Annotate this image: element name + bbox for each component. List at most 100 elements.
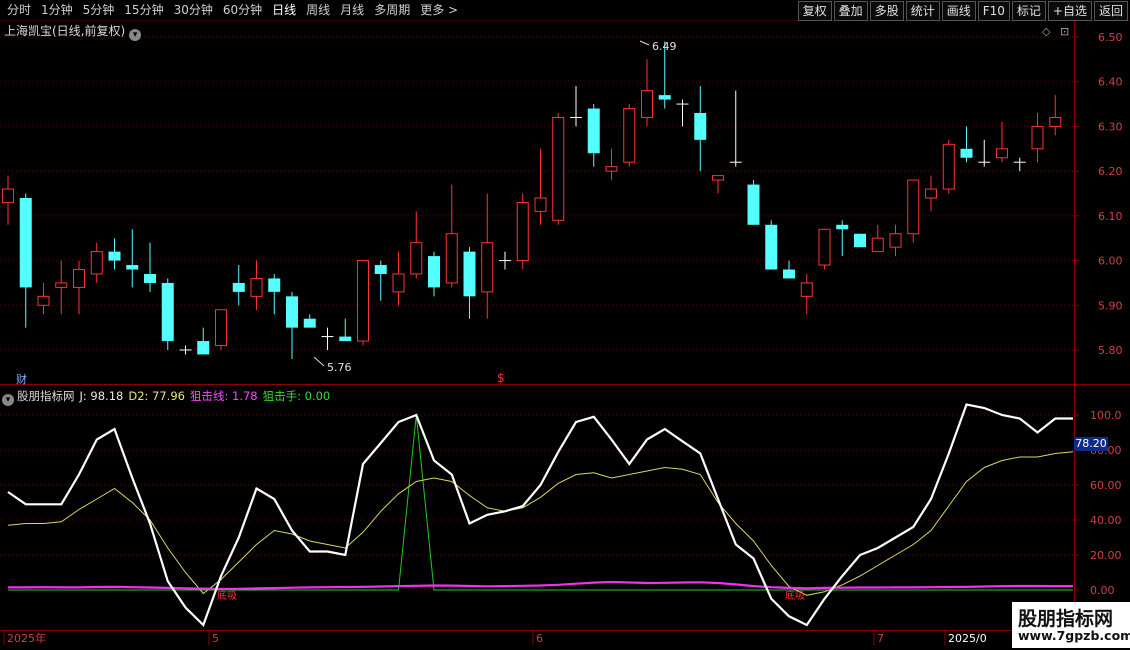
candle-body bbox=[2, 188, 14, 203]
indicator-header[interactable]: ▾ 股朋指标网 J: 98.18 D2: 77.96 狙击线: 1.78 狙击手: 0.0… bbox=[2, 388, 335, 406]
stock-title[interactable]: 上海凯宝(日线,前复权) ▾ bbox=[4, 22, 142, 41]
candle bbox=[1013, 157, 1026, 172]
candle-body bbox=[1049, 116, 1062, 127]
candle bbox=[942, 139, 955, 194]
high-annotation: 6.49 bbox=[639, 40, 677, 53]
candle bbox=[428, 251, 440, 297]
candle bbox=[73, 260, 85, 315]
candle bbox=[161, 278, 174, 350]
candle bbox=[516, 193, 529, 270]
candle-body bbox=[339, 336, 352, 342]
candle-body bbox=[960, 148, 973, 158]
candle bbox=[1049, 95, 1062, 136]
candle bbox=[712, 175, 724, 194]
candle bbox=[286, 291, 298, 359]
candle bbox=[996, 121, 1008, 163]
candle-body bbox=[925, 188, 937, 199]
candle bbox=[410, 211, 423, 279]
candle bbox=[836, 220, 849, 257]
candle bbox=[499, 251, 511, 270]
candle bbox=[445, 184, 458, 288]
candle bbox=[357, 260, 369, 346]
candle bbox=[1031, 113, 1044, 163]
candle-body bbox=[463, 251, 476, 297]
candle-body bbox=[854, 233, 866, 248]
x-tick-label: 7 bbox=[877, 632, 884, 645]
candle bbox=[925, 175, 937, 212]
candle-body bbox=[108, 251, 121, 261]
candle-body bbox=[658, 95, 671, 100]
candle-body bbox=[481, 242, 494, 293]
candle-body bbox=[1031, 125, 1044, 150]
candle bbox=[481, 193, 494, 319]
candle bbox=[232, 265, 245, 306]
x-tick-label: 5 bbox=[212, 632, 219, 645]
candle-body bbox=[747, 184, 760, 225]
candle bbox=[783, 260, 795, 279]
candle bbox=[90, 242, 103, 283]
candle-body bbox=[250, 277, 263, 297]
candle-body bbox=[37, 295, 50, 306]
candle bbox=[215, 309, 227, 350]
x-axis: 2025年 5 6 7 2025/0 bbox=[3, 630, 987, 645]
candle bbox=[978, 139, 991, 167]
high-label: 6.49 bbox=[652, 40, 677, 53]
candle-body bbox=[605, 166, 618, 172]
d2-line bbox=[7, 451, 1074, 596]
candles[interactable] bbox=[2, 41, 1062, 359]
candle bbox=[108, 238, 121, 270]
x-tick-label: 6 bbox=[536, 632, 543, 645]
d2-value: D2: 77.96 bbox=[128, 389, 185, 403]
indicator-tick-label: 20.00 bbox=[1090, 549, 1122, 562]
settings-icon[interactable]: ⊡ bbox=[1060, 25, 1069, 38]
indicator-lines: 底吸 底吸 bbox=[7, 403, 1074, 627]
candle-body bbox=[215, 309, 227, 347]
candle bbox=[250, 260, 263, 310]
candle-body bbox=[818, 228, 831, 266]
chevron-down-icon[interactable]: ▾ bbox=[129, 29, 142, 41]
candle-body bbox=[783, 269, 795, 279]
candle bbox=[747, 180, 760, 225]
sniper-hand-value: 狙击手: 0.00 bbox=[262, 389, 331, 403]
candle bbox=[960, 126, 973, 163]
candle-body bbox=[286, 296, 298, 328]
diamond-icon[interactable]: ◇ bbox=[1042, 25, 1051, 38]
candle-body bbox=[144, 273, 156, 283]
candle-body bbox=[90, 251, 103, 275]
candle bbox=[534, 148, 547, 225]
indicator-tick-label: 40.00 bbox=[1090, 514, 1122, 527]
candle bbox=[392, 251, 405, 306]
candle-body bbox=[268, 278, 281, 292]
candle-body bbox=[55, 282, 68, 288]
candle bbox=[854, 233, 866, 248]
chart-canvas[interactable]: 6.506.406.306.206.106.005.905.80 100.080… bbox=[0, 0, 1130, 650]
indicator-tick-label: 60.00 bbox=[1090, 479, 1122, 492]
candle-body bbox=[197, 341, 210, 355]
candle-body bbox=[126, 265, 139, 270]
watermark: 股朋指标网 www.7gpzb.com bbox=[1012, 602, 1130, 648]
candle bbox=[126, 229, 139, 288]
chevron-down-icon[interactable]: ▾ bbox=[2, 394, 14, 406]
indicator-name: 股朋指标网 bbox=[17, 389, 75, 403]
candle bbox=[694, 86, 707, 172]
candle-body bbox=[534, 197, 547, 212]
candle bbox=[19, 193, 32, 328]
candle bbox=[339, 318, 352, 342]
price-tick-label: 6.00 bbox=[1098, 255, 1123, 268]
candle-body bbox=[410, 242, 423, 275]
candle-body bbox=[694, 113, 707, 140]
candle bbox=[676, 99, 689, 127]
candle-body bbox=[374, 265, 387, 274]
candle-body bbox=[161, 282, 174, 342]
candle bbox=[587, 104, 600, 167]
indicator-tick-label: 100.0 bbox=[1090, 409, 1122, 422]
candle bbox=[800, 273, 813, 315]
candle bbox=[374, 260, 387, 301]
candle-body bbox=[871, 237, 884, 253]
price-tick-label: 5.80 bbox=[1098, 344, 1123, 357]
price-tick-label: 6.40 bbox=[1098, 76, 1123, 89]
candle-body bbox=[836, 224, 849, 230]
candle bbox=[729, 90, 742, 167]
buy-signal-label: 底吸 bbox=[217, 589, 237, 602]
finance-marker[interactable]: 财 bbox=[16, 371, 27, 387]
